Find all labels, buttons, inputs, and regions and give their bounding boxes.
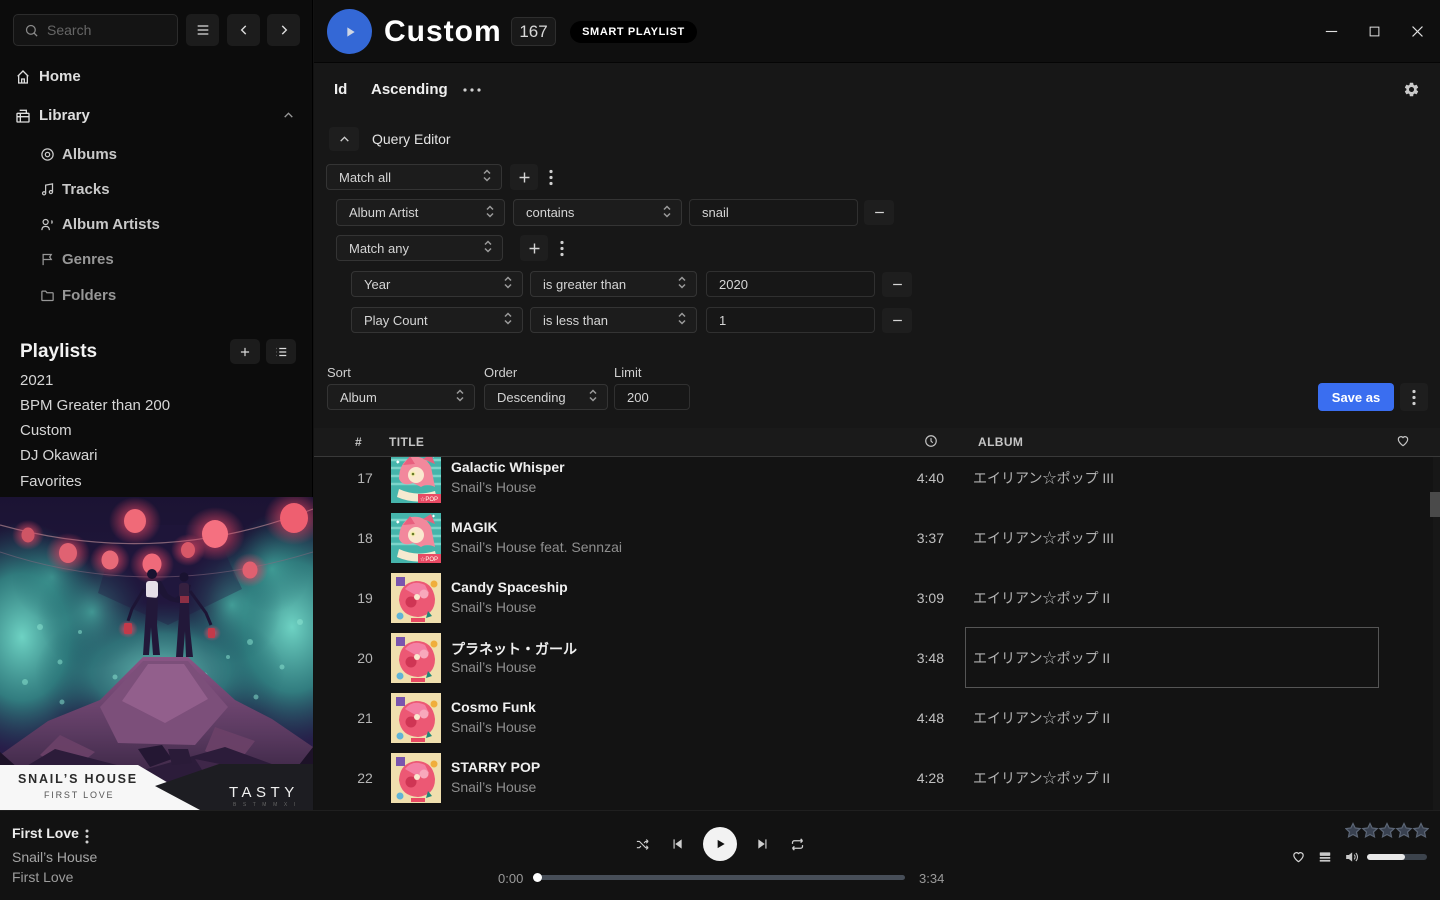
svg-text:FIRST LOVE: FIRST LOVE xyxy=(44,790,114,800)
svg-text:☆POP: ☆POP xyxy=(420,496,438,503)
svg-text:B S T M M X I: B S T M M X I xyxy=(233,802,298,808)
svg-text:TASTY: TASTY xyxy=(229,784,299,801)
svg-text:☆POP: ☆POP xyxy=(420,556,438,563)
svg-text:SNAIL’S HOUSE: SNAIL’S HOUSE xyxy=(18,772,138,786)
